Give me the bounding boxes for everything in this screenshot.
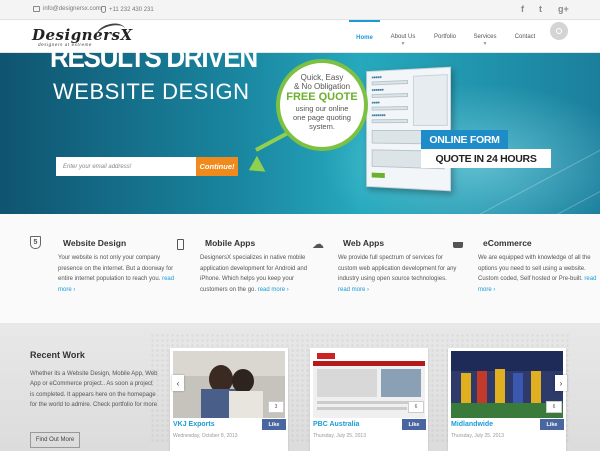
nav-home[interactable]: Home (349, 20, 380, 53)
mobile-icon (172, 236, 188, 252)
form-screenshot: ■■■■■ ■■■■■■ ■■■■ ■■■■■■■ (366, 67, 451, 192)
portfolio-card-pbc[interactable]: 6 PBC Australia Thursday, July 25, 2013 … (310, 348, 428, 451)
free-quote-text: FREE QUOTE (280, 91, 364, 104)
carousel-next-button[interactable]: › (555, 375, 567, 391)
nav-about-us[interactable]: About Us ▼ (384, 20, 422, 53)
free-quote-badge: Quick, Easy & No Obligation FREE QUOTE u… (276, 59, 368, 151)
portfolio-date: Thursday, July 25, 2013 (451, 433, 504, 439)
continue-button[interactable]: Continue! (196, 157, 238, 176)
carousel-prev-button[interactable]: ‹ (172, 375, 184, 391)
nav-services[interactable]: Services ▼ (468, 20, 502, 53)
services-section: 5 Website Design Your website is not onl… (0, 214, 600, 323)
top-utility-bar: info@designersx.com +11 232 430 231 f t … (0, 0, 600, 20)
facebook-like-button[interactable]: Like (402, 419, 426, 430)
facebook-like-button[interactable]: Like (540, 419, 564, 430)
email-text: info@designersx.com (43, 6, 101, 12)
twitter-icon[interactable]: t (539, 4, 542, 14)
html5-icon: 5 (30, 236, 41, 249)
read-more-link[interactable]: read more › (338, 287, 369, 293)
find-out-more-button[interactable]: Find Out More (30, 432, 80, 448)
facebook-icon[interactable]: f (521, 4, 524, 14)
mail-icon (33, 6, 40, 12)
phone-icon (101, 6, 106, 13)
quote-24-hours-label: QUOTE IN 24 HOURS (421, 149, 551, 168)
hero-subheadline: WEBSITE DESIGN (53, 79, 249, 105)
cloud-icon: ☁ (310, 236, 326, 252)
read-more-link[interactable]: read more › (258, 287, 289, 293)
portfolio-card-vkj[interactable]: 3 VKJ Exports Wednesday, October 8, 2013… (170, 348, 288, 451)
nav-contact[interactable]: Contact (508, 20, 542, 53)
cart-icon (450, 236, 466, 252)
like-count: 6 (546, 401, 562, 413)
hero-headline: RESULTS DRIVEN (50, 42, 257, 75)
nav-portfolio[interactable]: Portfolio (428, 20, 462, 53)
chevron-down-icon: ▼ (401, 41, 406, 47)
facebook-like-button[interactable]: Like (262, 419, 286, 430)
portfolio-date: Thursday, July 25, 2013 (313, 433, 366, 439)
online-form-label: ONLINE FORM (421, 130, 508, 149)
portfolio-title[interactable]: VKJ Exports (173, 421, 215, 428)
recent-work-description: Whether its a Website Design, Mobile App… (30, 369, 158, 411)
like-count: 6 (408, 401, 424, 413)
contact-email[interactable]: info@designersx.com (33, 6, 101, 12)
portfolio-title[interactable]: Midlandwide (451, 421, 493, 428)
phone-text: +11 232 430 231 (109, 7, 154, 13)
email-input[interactable]: Enter your email address! (56, 157, 196, 176)
search-icon (556, 28, 562, 34)
portfolio-title[interactable]: PBC Australia (313, 421, 359, 428)
search-button[interactable] (550, 22, 568, 40)
portfolio-card-midlandwide[interactable]: 6 Midlandwide Thursday, July 25, 2013 Li… (448, 348, 566, 451)
recent-work-title: Recent Work (30, 350, 85, 360)
like-count: 3 (268, 401, 284, 413)
google-plus-icon[interactable]: g+ (558, 4, 569, 14)
portfolio-date: Wednesday, October 8, 2013 (173, 433, 238, 439)
recent-work-section: Recent Work Whether its a Website Design… (0, 323, 600, 451)
chevron-down-icon: ▼ (483, 41, 488, 47)
contact-phone: +11 232 430 231 (101, 6, 154, 13)
